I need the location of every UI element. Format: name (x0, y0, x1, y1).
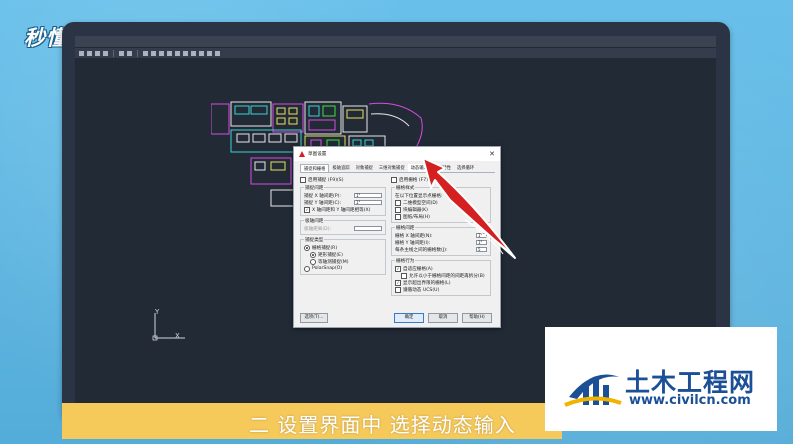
follow-ucs-row[interactable]: 遵循动态 UCS(U) (395, 286, 487, 293)
polar-spacing-title: 极轴间距 (304, 218, 325, 224)
polar-snap-radio[interactable] (304, 265, 310, 272)
equal-xy-row[interactable]: ✓ X 轴间距和 Y 轴间距相等(X) (304, 206, 382, 213)
beyond-limits-label: 显示超出界限的栅格(L) (403, 280, 451, 286)
tab-object-snap[interactable]: 对象捕捉 (353, 164, 376, 172)
civilcn-logo-icon (564, 374, 622, 407)
polar-snap-row[interactable]: PolarSnap(O) (304, 265, 382, 272)
snap-y-label: 捕捉 Y 轴间距(C): (304, 200, 342, 206)
subdivide-label: 允许以小于栅格间距的间距再拆分(B) (409, 273, 485, 279)
iso-snap-label: 等轴测捕捉(M) (318, 259, 349, 265)
toolbar-separator (113, 49, 114, 57)
subdivide-row[interactable]: 允许以小于栅格间距的间距再拆分(B) (395, 272, 487, 279)
new-icon[interactable] (79, 50, 84, 56)
polar-distance-row: 极轴距离(D): (304, 225, 382, 232)
snap-enable-row[interactable]: 启用捕捉 (F9)(S) (300, 176, 386, 183)
grid-snap-label: 栅格捕捉(R) (312, 245, 338, 251)
follow-ucs-label: 遵循动态 UCS(U) (403, 287, 440, 293)
rect-snap-radio[interactable] (310, 251, 316, 258)
beyond-limits-row[interactable]: ✓ 显示超出界限的栅格(L) (395, 279, 487, 286)
follow-ucs-checkbox[interactable] (395, 286, 401, 293)
markup-icon[interactable] (207, 50, 212, 56)
polar-distance-label: 极轴距离(D): (304, 226, 332, 232)
design-center-icon[interactable] (183, 50, 188, 56)
polar-snap-label: PolarSnap(O) (312, 266, 343, 271)
redo-icon[interactable] (127, 50, 132, 56)
dialog-title: 草图设置 (308, 152, 327, 157)
print-icon[interactable] (103, 50, 108, 56)
ok-button[interactable]: 确定 (394, 313, 424, 323)
tab-polar-tracking[interactable]: 极轴追踪 (329, 164, 352, 172)
snap-y-input[interactable]: 1" (354, 200, 382, 205)
logo-url: www.civilcn.com (629, 393, 751, 408)
tab-snap-grid[interactable]: 捕捉和栅格 (300, 164, 330, 172)
grid-snap-radio[interactable] (304, 244, 310, 251)
autocad-icon (299, 151, 305, 157)
tab-3d-object-snap[interactable]: 三维对象捕捉 (376, 164, 408, 172)
cancel-button[interactable]: 取消 (428, 313, 458, 323)
polar-distance-input[interactable] (354, 226, 382, 231)
subdivide-checkbox[interactable] (401, 272, 407, 279)
snap-enable-checkbox[interactable] (300, 176, 306, 183)
ucs-y-label: Y (155, 308, 160, 316)
save-icon[interactable] (95, 50, 100, 56)
iso-snap-row[interactable]: 等轴测捕捉(M) (304, 258, 382, 265)
ucs-icon (152, 313, 185, 341)
zoom-window-icon[interactable] (159, 50, 164, 56)
snap-x-row: 捕捉 X 轴间距(P): 1" (304, 192, 382, 199)
grid-2d-checkbox[interactable] (395, 199, 401, 206)
equal-xy-checkbox[interactable]: ✓ (304, 206, 310, 213)
menu-bar (75, 36, 716, 47)
snap-y-row: 捕捉 Y 轴间距(C): 1" (304, 199, 382, 206)
subtitle-banner: 二 设置界面中 选择动态输入 (62, 403, 562, 439)
snap-spacing-group: 捕捉间距 捕捉 X 轴间距(P): 1" 捕捉 Y 轴间距(C): 1" ✓ X… (300, 185, 386, 216)
snap-enable-label: 启用捕捉 (F9)(S) (308, 177, 344, 183)
snap-column: 启用捕捉 (F9)(S) 捕捉间距 捕捉 X 轴间距(P): 1" 捕捉 Y 轴… (300, 176, 386, 275)
grid-sheet-checkbox[interactable] (395, 213, 401, 220)
snap-type-group: 捕捉类型 栅格捕捉(R) 矩形捕捉(E) 等轴测捕捉(M) PolarSnap(… (300, 237, 386, 275)
zoom-icon[interactable] (151, 50, 156, 56)
subtitle-text: 二 设置界面中 选择动态输入 (249, 413, 516, 437)
grid-block-checkbox[interactable] (395, 206, 401, 213)
grid-enable-checkbox[interactable] (391, 176, 397, 183)
pan-icon[interactable] (143, 50, 148, 56)
snap-x-label: 捕捉 X 轴间距(P): (304, 193, 341, 199)
sheet-icon[interactable] (199, 50, 204, 56)
iso-snap-radio[interactable] (310, 258, 316, 265)
calculator-icon[interactable] (215, 50, 220, 56)
toolbar-separator (137, 49, 138, 57)
options-button[interactable]: 选项(T)... (300, 313, 328, 323)
rect-snap-row[interactable]: 矩形捕捉(E) (304, 251, 382, 258)
equal-xy-label: X 轴间距和 Y 轴间距相等(X) (312, 207, 371, 213)
adaptive-checkbox[interactable]: ✓ (395, 265, 401, 272)
undo-icon[interactable] (119, 50, 124, 56)
zoom-prev-icon[interactable] (167, 50, 172, 56)
beyond-limits-checkbox[interactable]: ✓ (395, 279, 401, 286)
help-button[interactable]: 帮助(H) (462, 313, 492, 323)
ucs-x-label: X (175, 332, 180, 340)
toolbar (75, 48, 716, 58)
dialog-button-bar: 选项(T)... 确定 取消 帮助(H) (294, 313, 500, 323)
palette-icon[interactable] (191, 50, 196, 56)
open-icon[interactable] (87, 50, 92, 56)
properties-icon[interactable] (175, 50, 180, 56)
civilcn-logo-box: 土木工程网 www.civilcn.com (545, 327, 777, 431)
rect-snap-label: 矩形捕捉(E) (318, 252, 343, 258)
snap-x-input[interactable]: 1" (354, 193, 382, 198)
grid-snap-row[interactable]: 栅格捕捉(R) (304, 244, 382, 251)
pointer-arrow-icon (422, 157, 516, 259)
snap-spacing-title: 捕捉间距 (304, 185, 325, 191)
polar-spacing-group: 极轴间距 极轴距离(D): (300, 218, 386, 235)
snap-type-title: 捕捉类型 (304, 237, 325, 243)
